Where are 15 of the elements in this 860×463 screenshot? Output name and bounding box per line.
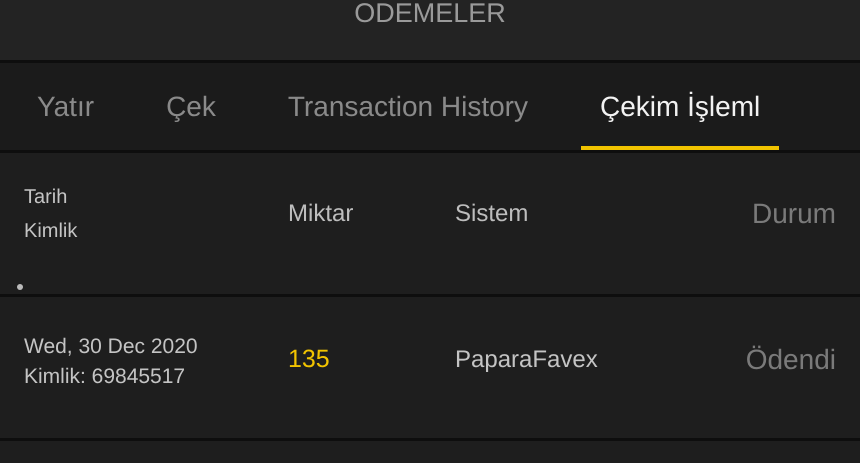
amount-cell: 135 [288, 345, 330, 373]
date-text: Wed, 30 Dec 2020 [24, 334, 199, 358]
column-header: Durum [750, 198, 836, 230]
status-cell: Ödendi [746, 344, 836, 374]
id-text: Kimlik: 69845517 [24, 364, 186, 388]
tab[interactable]: Yatır [18, 63, 114, 150]
column-header: Sistem [455, 200, 530, 228]
column-header: Tarih Kimlik [24, 184, 78, 244]
tab[interactable]: Çekim İşleml [581, 63, 780, 150]
column-header: Miktar [288, 200, 354, 228]
tab[interactable]: Çek [147, 63, 235, 150]
dot-icon [17, 284, 23, 290]
page-title: ODEMELER [354, 0, 506, 27]
system-cell: PaparaFavex [455, 346, 598, 372]
tab[interactable]: Transaction History [268, 63, 548, 150]
